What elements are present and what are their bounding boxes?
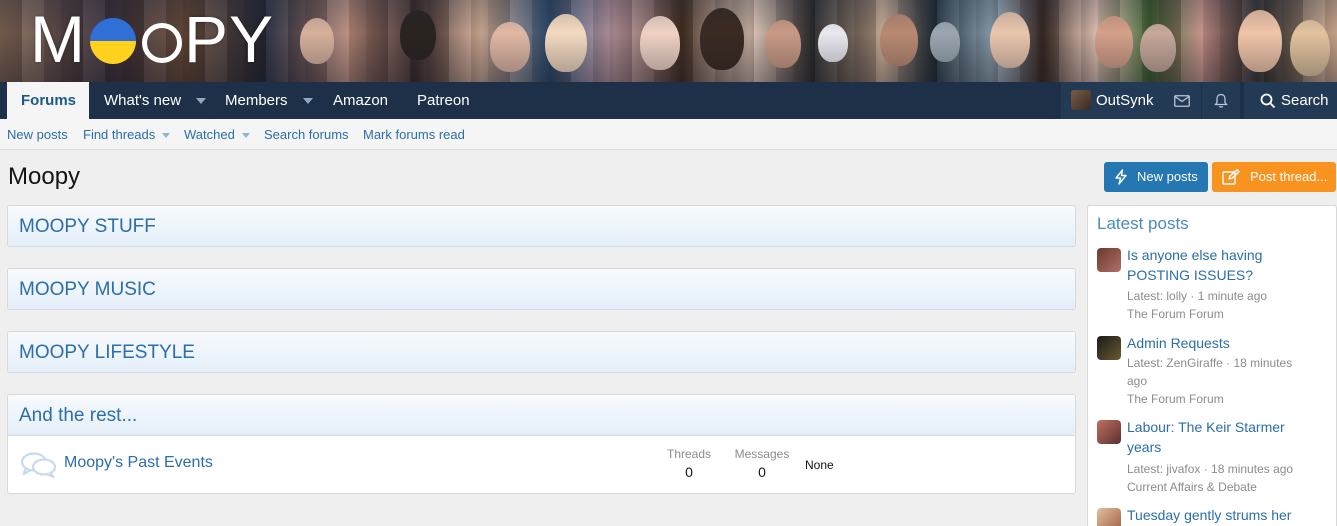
- post-title[interactable]: Admin Requests: [1127, 333, 1327, 353]
- ukraine-flag-icon: [89, 18, 136, 64]
- post-title-line: Is anyone else having: [1127, 247, 1263, 263]
- tab-amazon[interactable]: Amazon: [333, 82, 388, 119]
- threads-stat: Threads 0: [665, 447, 713, 480]
- logo-ring-icon: [141, 23, 182, 63]
- avatar[interactable]: [1097, 508, 1121, 526]
- post-title-line: years: [1127, 439, 1162, 455]
- category-header: MOOPY LIFESTYLE: [8, 332, 1075, 373]
- subnav-watched-label: Watched: [184, 127, 235, 142]
- inbox-button[interactable]: [1163, 82, 1201, 119]
- tab-members-label: Members: [225, 92, 288, 109]
- post-forum[interactable]: Current Affairs & Debate: [1127, 478, 1327, 496]
- chevron-down-icon[interactable]: [241, 133, 250, 139]
- tab-whats-new-label: What's new: [104, 92, 182, 109]
- subnav-search-forums[interactable]: Search forums: [264, 119, 349, 150]
- post-title[interactable]: Labour: The Keir Starmer years: [1127, 417, 1327, 457]
- post-forum[interactable]: The Forum Forum: [1127, 390, 1327, 408]
- new-posts-button-label: New posts: [1137, 169, 1198, 184]
- messages-label: Messages: [734, 447, 790, 461]
- search-icon: [1260, 93, 1276, 109]
- post-title-line: Admin Requests: [1127, 335, 1230, 351]
- category-title[interactable]: MOOPY LIFESTYLE: [19, 332, 195, 373]
- avatar: [1071, 90, 1091, 110]
- tab-forums[interactable]: Forums: [7, 82, 89, 119]
- messages-stat: Messages 0: [733, 447, 791, 480]
- subnav-find-threads-label: Find threads: [83, 127, 156, 142]
- new-posts-button[interactable]: New posts: [1104, 162, 1208, 192]
- bolt-icon: [1115, 169, 1127, 185]
- bell-icon: [1214, 93, 1228, 108]
- account-menu[interactable]: OutSynk: [1061, 82, 1163, 119]
- category-block: And the rest... Moopy's Past Events Thre…: [7, 394, 1076, 494]
- envelope-icon: [1174, 95, 1190, 107]
- username: OutSynk: [1096, 92, 1154, 109]
- category-title[interactable]: And the rest...: [19, 395, 137, 436]
- post-meta: Latest: jivafox · 18 minutes ago: [1127, 462, 1294, 476]
- category-block: MOOPY STUFF: [7, 205, 1076, 247]
- category-title[interactable]: MOOPY MUSIC: [19, 269, 156, 310]
- post-title-line: Labour: The Keir Starmer: [1127, 419, 1285, 435]
- avatar[interactable]: [1097, 336, 1121, 360]
- post-meta: ago: [1127, 374, 1148, 388]
- chevron-down-icon[interactable]: [162, 133, 171, 139]
- messages-count: 0: [758, 464, 766, 480]
- post-thread-button-label: Post thread...: [1250, 169, 1328, 184]
- edit-icon: [1222, 169, 1240, 185]
- category-title[interactable]: MOOPY STUFF: [19, 206, 156, 247]
- tab-amazon-label: Amazon: [333, 92, 389, 109]
- alerts-button[interactable]: [1202, 82, 1240, 119]
- site-logo[interactable]: M PY: [30, 2, 274, 76]
- category-block: MOOPY LIFESTYLE: [7, 331, 1076, 373]
- post-title[interactable]: Tuesday gently strums her: [1127, 505, 1327, 525]
- subnav-find-threads[interactable]: Find threads: [83, 119, 171, 150]
- search-button[interactable]: Search: [1244, 82, 1337, 119]
- chevron-down-icon[interactable]: [302, 98, 313, 105]
- logo-letter: M: [30, 2, 86, 76]
- tab-patreon-label: Patreon: [417, 92, 470, 109]
- latest-posts-widget: Latest posts Is anyone else having POSTI…: [1087, 205, 1337, 526]
- main-nav: Forums What's new Members Amazon Patreon…: [0, 82, 1337, 119]
- tab-forums-label: Forums: [21, 92, 77, 109]
- logo-letters: PY: [183, 2, 275, 76]
- subnav-mark-forums-read[interactable]: Mark forums read: [363, 119, 465, 150]
- post-title[interactable]: Is anyone else having POSTING ISSUES?: [1127, 245, 1327, 285]
- threads-label: Threads: [666, 447, 712, 461]
- subnav-watched[interactable]: Watched: [184, 119, 250, 150]
- category-header: MOOPY STUFF: [8, 206, 1075, 247]
- avatar[interactable]: [1097, 248, 1121, 272]
- search-label: Search: [1281, 92, 1329, 109]
- forum-chat-icon: [20, 452, 57, 479]
- forum-node-title[interactable]: Moopy's Past Events: [64, 454, 213, 472]
- forum-node-row: Moopy's Past Events Threads 0 Messages 0…: [8, 436, 1075, 494]
- post-title-line: POSTING ISSUES?: [1127, 267, 1254, 283]
- post-thread-button[interactable]: Post thread...: [1212, 162, 1336, 192]
- site-banner[interactable]: M PY: [0, 0, 1337, 82]
- category-block: MOOPY MUSIC: [7, 268, 1076, 310]
- category-header: MOOPY MUSIC: [8, 269, 1075, 310]
- post-meta: Latest: lolly · 1 minute ago: [1127, 289, 1268, 303]
- category-header: And the rest...: [8, 395, 1075, 436]
- tab-whats-new[interactable]: What's new: [104, 82, 207, 119]
- subnav-new-posts[interactable]: New posts: [7, 119, 68, 150]
- post-meta: Latest: ZenGiraffe · 18 minutes: [1127, 356, 1293, 370]
- post-title-line: Tuesday gently strums her: [1127, 507, 1292, 523]
- tab-patreon[interactable]: Patreon: [417, 82, 470, 119]
- chevron-down-icon[interactable]: [196, 98, 207, 105]
- page-title: Moopy: [8, 163, 81, 190]
- latest-post-none: None: [805, 458, 834, 472]
- sub-nav: New posts Find threads Watched Search fo…: [0, 119, 1337, 150]
- avatar[interactable]: [1097, 420, 1121, 444]
- post-forum[interactable]: The Forum Forum: [1127, 305, 1327, 323]
- threads-count: 0: [685, 464, 693, 480]
- tab-members[interactable]: Members: [225, 82, 313, 119]
- sidebar-title[interactable]: Latest posts: [1097, 214, 1189, 234]
